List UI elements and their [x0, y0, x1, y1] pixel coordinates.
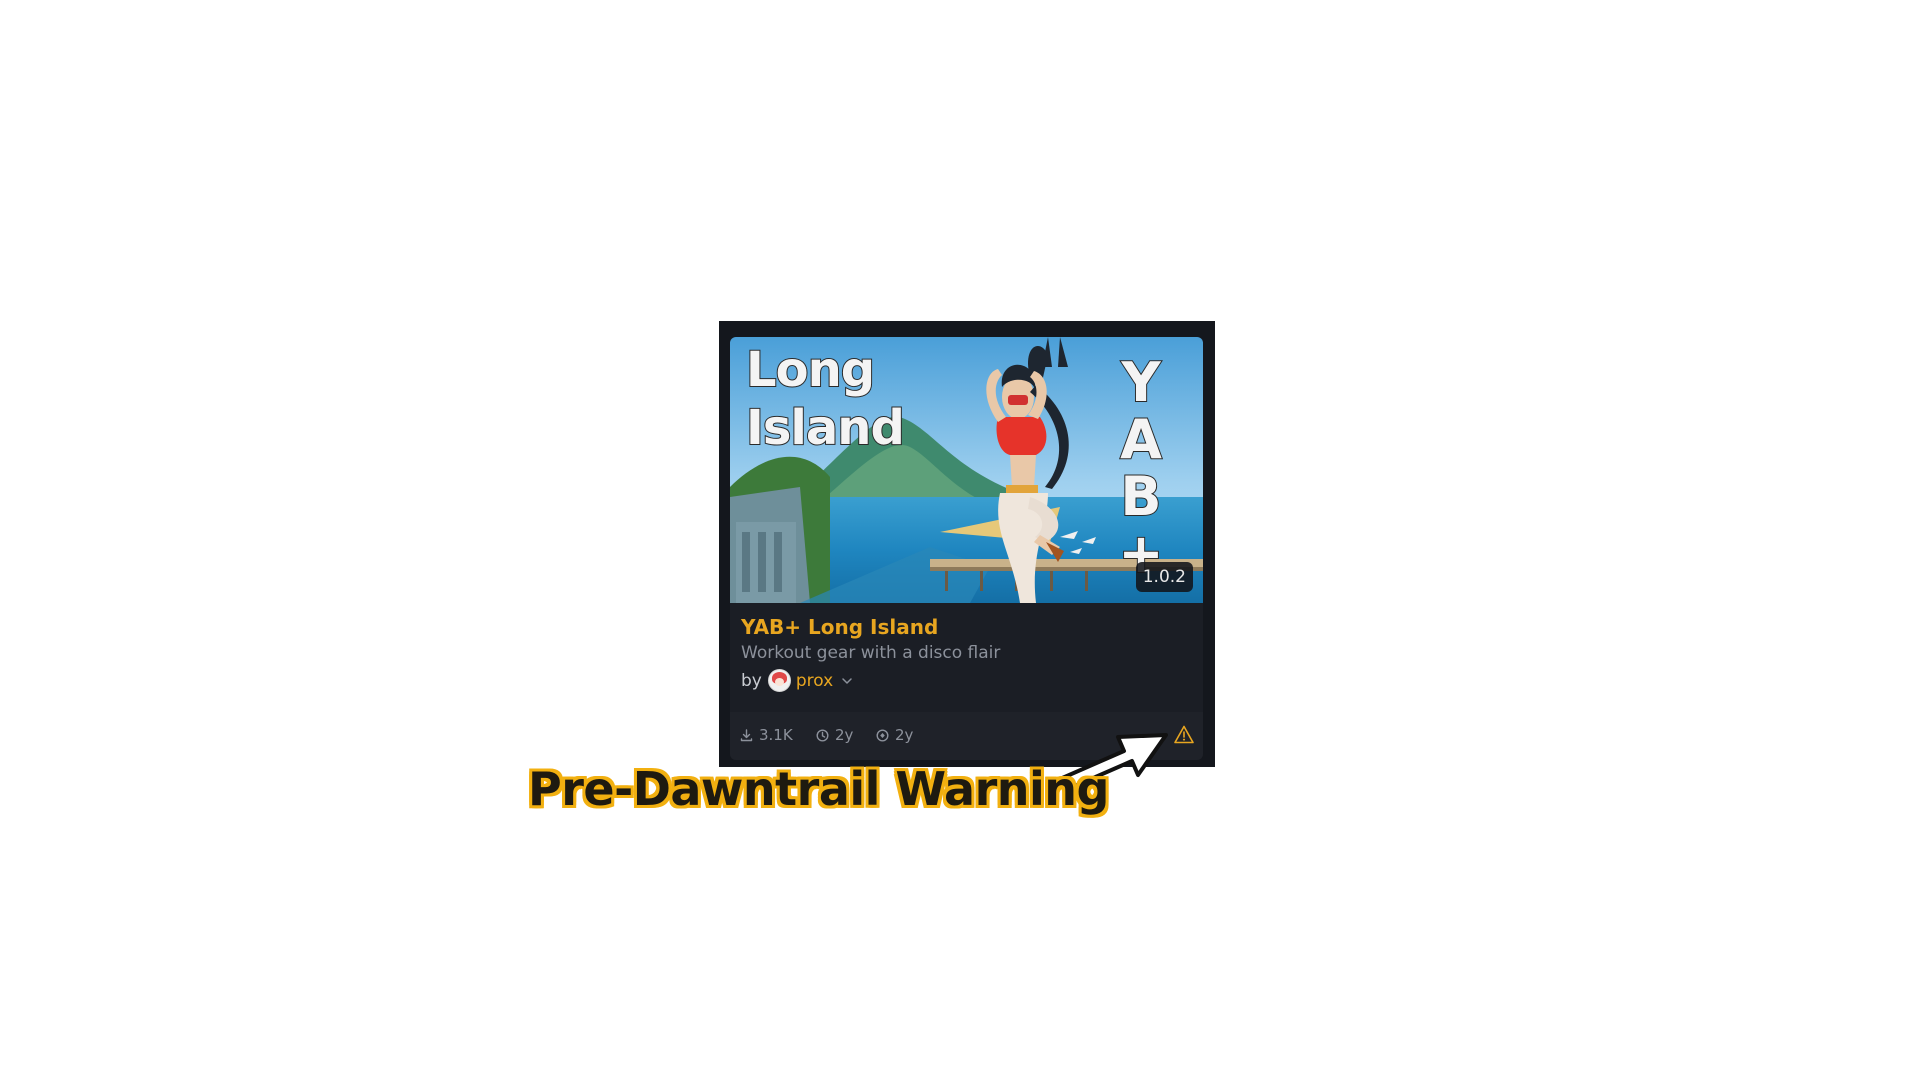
mod-card[interactable]: Long Island Y A B + 1.0.2 YAB+ Long Isla… [730, 337, 1203, 760]
mod-description: Workout gear with a disco flair [741, 643, 1001, 663]
mod-title-link[interactable]: YAB+ Long Island [741, 615, 938, 639]
thumbnail-overlay-line1: Long [745, 341, 876, 399]
page: Long Island Y A B + 1.0.2 YAB+ Long Isla… [0, 0, 1920, 1080]
author-avatar[interactable] [767, 669, 791, 692]
thumbnail-side-letter: B [1119, 465, 1162, 528]
updated-age: 2y [895, 726, 914, 744]
download-icon [740, 728, 753, 741]
thumbnail-side-letter: Y [1120, 351, 1161, 414]
thumbnail-overlay-line2: Island [745, 399, 906, 457]
thumbnail-side-letter: A [1119, 408, 1163, 471]
refresh-icon [876, 728, 889, 742]
clock-icon [816, 728, 829, 742]
author-name-link[interactable]: prox [796, 671, 833, 691]
annotation-label: Pre-Dawntrail Warning [528, 762, 1109, 816]
mod-author: by prox [741, 669, 853, 692]
downloads-count: 3.1K [759, 726, 793, 744]
stat-downloads: 3.1K [740, 726, 793, 744]
chevron-down-icon[interactable] [841, 675, 853, 687]
created-age: 2y [835, 726, 854, 744]
warning-triangle-icon[interactable] [1173, 724, 1195, 746]
version-badge: 1.0.2 [1135, 562, 1193, 592]
mod-thumbnail[interactable]: Long Island Y A B + 1.0.2 [730, 337, 1203, 603]
author-prefix: by [741, 670, 762, 691]
stat-updated: 2y [876, 726, 913, 744]
mod-card-frame: Long Island Y A B + 1.0.2 YAB+ Long Isla… [719, 321, 1215, 767]
stat-created: 2y [816, 726, 853, 744]
